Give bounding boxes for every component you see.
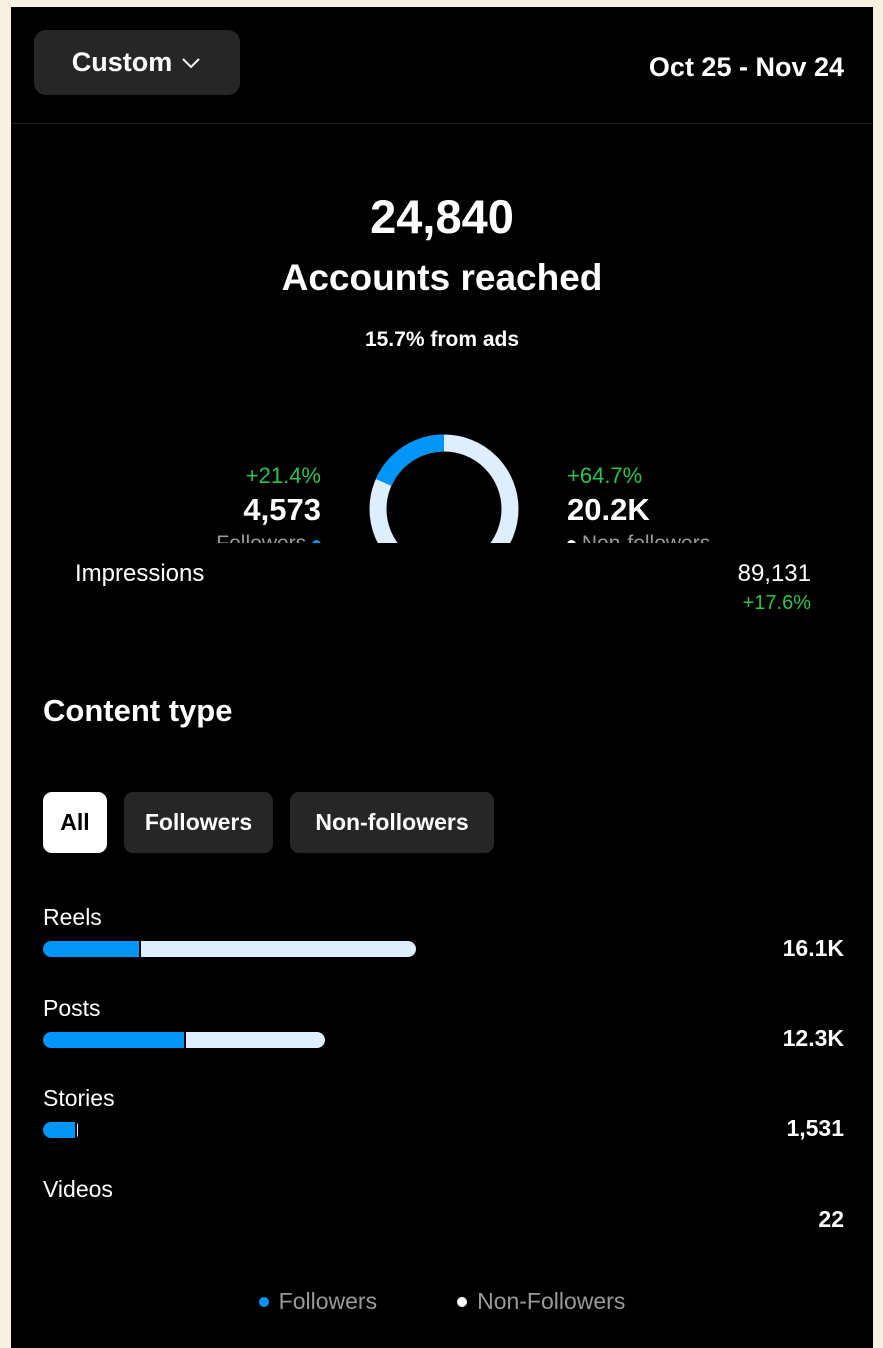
legend-non-followers: Non-Followers bbox=[457, 1288, 625, 1315]
legend-non-followers-label: Non-Followers bbox=[477, 1288, 626, 1314]
legend-followers: Followers bbox=[258, 1288, 378, 1315]
reach-donut-chart bbox=[369, 434, 519, 543]
date-range: Oct 25 - Nov 24 bbox=[648, 52, 844, 82]
reels-label: Reels bbox=[43, 904, 102, 930]
reels-followers-segment bbox=[43, 941, 139, 957]
reels-bar bbox=[43, 941, 416, 957]
followers-dot-icon bbox=[312, 539, 321, 543]
stories-followers-segment bbox=[43, 1122, 75, 1138]
posts-followers-segment bbox=[43, 1032, 184, 1048]
posts-label: Posts bbox=[43, 995, 101, 1021]
reels-value: 16.1K bbox=[782, 935, 844, 961]
non-followers-label-row: Non-followers bbox=[567, 532, 710, 543]
filter-non-followers-chip[interactable]: Non-followers bbox=[290, 792, 494, 853]
impressions-label: Impressions bbox=[75, 560, 205, 587]
videos-label: Videos bbox=[43, 1176, 113, 1202]
stories-value: 1,531 bbox=[786, 1115, 844, 1141]
insights-screen: Custom Oct 25 - Nov 24 24,840 Accounts r… bbox=[11, 7, 873, 1348]
accounts-reached-value: 24,840 bbox=[370, 190, 514, 243]
non-followers-label: Non-followers bbox=[582, 532, 710, 543]
non-followers-change: +64.7% bbox=[567, 463, 643, 488]
stories-label: Stories bbox=[43, 1085, 115, 1111]
followers-label: Followers bbox=[216, 532, 306, 543]
legend-followers-label: Followers bbox=[278, 1288, 378, 1314]
reach-breakdown: +21.4% 4,573 Followers +64.7% 20.2K Non-… bbox=[11, 422, 873, 543]
impressions-change: +17.6% bbox=[742, 592, 811, 614]
content-type-title: Content type bbox=[43, 693, 233, 728]
non-followers-dot-icon bbox=[457, 1296, 468, 1307]
legend: Followers Non-Followers bbox=[11, 1288, 873, 1315]
followers-dot-icon bbox=[258, 1296, 269, 1307]
header-divider bbox=[11, 123, 873, 124]
videos-value: 22 bbox=[818, 1206, 844, 1232]
posts-bar bbox=[43, 1032, 325, 1048]
from-ads-text: 15.7% from ads bbox=[364, 328, 520, 351]
impressions-value: 89,131 bbox=[737, 560, 811, 587]
chevron-down-icon bbox=[182, 57, 200, 68]
stories-bar bbox=[43, 1122, 78, 1138]
stories-non-followers-segment bbox=[75, 1122, 78, 1138]
accounts-reached-label: Accounts reached bbox=[281, 257, 603, 298]
followers-label-row: Followers bbox=[216, 532, 321, 543]
filter-followers-chip[interactable]: Followers bbox=[124, 792, 273, 853]
filter-all-chip[interactable]: All bbox=[43, 792, 107, 853]
reels-non-followers-segment bbox=[139, 941, 416, 957]
non-followers-value: 20.2K bbox=[567, 492, 650, 527]
custom-range-button[interactable]: Custom bbox=[34, 30, 240, 95]
posts-value: 12.3K bbox=[782, 1025, 844, 1051]
posts-non-followers-segment bbox=[184, 1032, 325, 1048]
followers-change: +21.4% bbox=[245, 463, 321, 488]
non-followers-dot-icon bbox=[567, 539, 576, 543]
donut-followers-segment bbox=[369, 434, 519, 543]
followers-value: 4,573 bbox=[243, 492, 321, 527]
custom-range-label: Custom bbox=[71, 47, 173, 77]
